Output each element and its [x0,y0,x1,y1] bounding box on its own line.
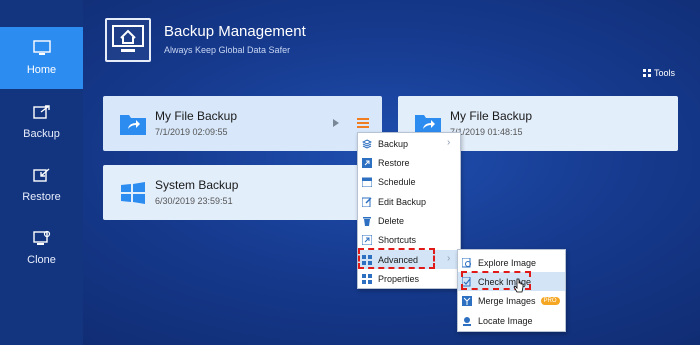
card-title: My File Backup [450,109,533,123]
card-title: My File Backup [155,109,238,123]
cursor-icon [513,278,524,293]
menu-icon[interactable] [357,118,369,128]
backup-card[interactable]: System Backup 6/30/2019 23:59:51 [103,165,382,220]
menu-item-label: Shortcuts [378,234,417,245]
menu-item-restore[interactable]: Restore [358,153,460,172]
sidebar-item-label: Restore [22,191,61,203]
submenu-item-locate-image[interactable]: Locate Image [458,311,565,330]
menu-item-schedule[interactable]: Schedule [358,172,460,191]
sidebar-item-label: Backup [23,128,60,140]
submenu-item-merge-images[interactable]: Merge Images PRO [458,291,565,310]
calendar-icon [362,177,372,187]
menu-item-label: Restore [378,157,410,168]
menu-item-label: Edit Backup [378,196,427,207]
submenu-item-label: Explore Image [478,257,537,268]
card-title: System Backup [155,178,239,192]
menu-item-shortcuts[interactable]: Shortcuts [358,230,460,249]
menu-item-delete[interactable]: Delete [358,211,460,230]
home-computer-icon [105,18,151,62]
chevron-right-icon: › [447,253,451,264]
clone-icon [32,230,50,245]
page-title: Backup Management [164,23,306,40]
advanced-submenu: Explore Image Check Image Merge Images P… [457,249,566,332]
submenu-item-label: Locate Image [478,315,533,326]
menu-item-label: Backup [378,138,409,149]
explore-icon [462,257,471,267]
sidebar-item-restore[interactable]: Restore [0,154,83,216]
locate-icon [463,316,471,326]
menu-item-edit-backup[interactable]: Edit Backup [358,192,460,211]
sidebar-item-backup[interactable]: Backup [0,91,83,153]
monitor-icon [32,40,51,55]
sidebar: Home Backup Restore Clone [0,0,83,345]
shortcut-icon [362,234,372,245]
submenu-item-explore-image[interactable]: Explore Image [458,253,565,272]
backup-card[interactable]: My File Backup 7/1/2019 02:09:55 [103,96,382,151]
menu-item-backup[interactable]: Backup [358,134,460,153]
sidebar-item-label: Clone [27,254,56,266]
highlight-box [358,248,435,269]
chevron-right-icon: › [447,137,451,148]
play-icon[interactable] [333,119,339,127]
tools-label: Tools [654,68,676,78]
folder-icon [120,115,146,135]
grid-icon [643,69,651,77]
properties-icon [362,273,372,284]
windows-icon [121,182,145,204]
menu-item-properties[interactable]: Properties [358,269,460,288]
submenu-item-label: Merge Images [478,295,536,306]
layers-icon [362,138,372,149]
restore-icon [362,157,372,168]
restore-icon [32,168,49,182]
page-subtitle: Always Keep Global Data Safer [164,45,291,55]
card-date: 7/1/2019 02:09:55 [155,127,228,137]
tools-button[interactable]: Tools [643,68,675,78]
sidebar-item-clone[interactable]: Clone [0,217,83,279]
merge-icon [462,295,472,306]
backup-icon [32,105,50,119]
card-date: 6/30/2019 23:59:51 [155,196,233,206]
menu-item-label: Delete [378,215,405,226]
menu-item-label: Properties [378,273,420,284]
trash-icon [363,216,371,226]
edit-icon [362,196,372,207]
sidebar-item-label: Home [26,64,57,76]
menu-item-label: Schedule [378,176,416,187]
pro-badge: PRO [540,296,560,305]
sidebar-item-home[interactable]: Home [0,27,83,89]
